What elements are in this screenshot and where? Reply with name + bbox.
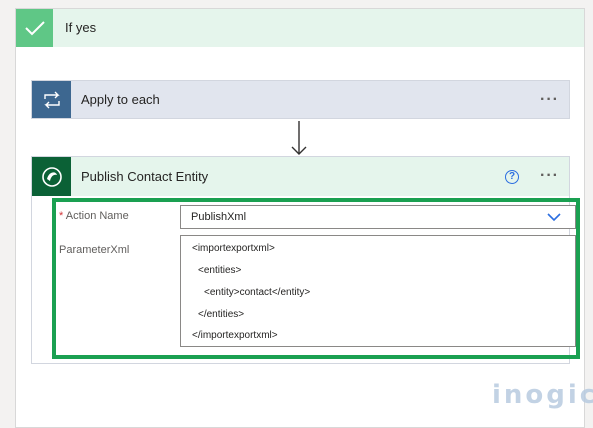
publish-title: Publish Contact Entity (81, 169, 209, 184)
help-icon[interactable]: ? (505, 170, 519, 184)
parameter-xml-label: ParameterXml (59, 244, 130, 256)
chevron-down-icon (547, 213, 561, 222)
xml-line: <entity>contact</entity> (204, 287, 311, 298)
xml-line: <importexportxml> (192, 243, 275, 254)
if-yes-label: If yes (65, 20, 97, 35)
publish-card-header[interactable]: Publish Contact Entity ? ··· (32, 157, 569, 196)
xml-line: </importexportxml> (192, 330, 278, 341)
action-name-text: Action Name (65, 210, 129, 222)
publish-contact-entity-card: Publish Contact Entity ? ··· * Action Na… (31, 156, 580, 364)
action-name-dropdown[interactable]: PublishXml (180, 205, 576, 229)
inogic-logo: inogic (492, 380, 593, 410)
action-name-value: PublishXml (191, 211, 247, 223)
dataverse-icon (32, 157, 71, 196)
checkmark-icon (16, 9, 53, 47)
xml-line: <entities> (198, 265, 242, 276)
if-yes-header[interactable]: If yes (16, 9, 584, 47)
required-marker: * (59, 210, 64, 222)
if-yes-branch: If yes Apply to each ··· Publish Contact… (15, 8, 585, 428)
loop-icon (32, 81, 71, 118)
apply-more-button[interactable]: ··· (540, 92, 559, 108)
parameters-highlight: * Action Name PublishXml ParameterXml <i… (52, 198, 580, 359)
arrow-down-icon (291, 121, 307, 155)
publish-more-button[interactable]: ··· (540, 168, 559, 184)
parameter-xml-field[interactable]: <importexportxml> <entities> <entity>con… (180, 235, 576, 347)
action-name-label: * Action Name (59, 210, 129, 222)
apply-to-each-card[interactable]: Apply to each ··· (31, 80, 570, 119)
xml-line: </entities> (198, 309, 245, 320)
apply-to-each-label: Apply to each (81, 92, 160, 107)
